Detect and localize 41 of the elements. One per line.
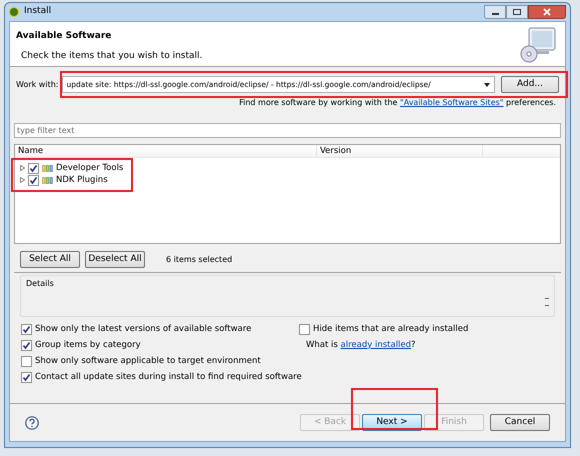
- dropdown-caret-icon: [484, 82, 490, 86]
- more-software-text: Find more software by working with the "Available Software Sites" preferences.: [239, 97, 556, 109]
- dialog-button[interactable]: Deselect All: [85, 251, 145, 268]
- checkbox[interactable]: [21, 356, 32, 366]
- minimize-icon[interactable]: [484, 5, 506, 19]
- selection-count: 6 items selected: [166, 254, 232, 266]
- window-title: Install: [24, 5, 52, 18]
- filter-field[interactable]: type filter text: [14, 123, 561, 138]
- dialog-button[interactable]: Select All: [20, 251, 80, 268]
- column-header[interactable]: Version: [317, 145, 483, 157]
- package-icon: [42, 164, 53, 172]
- work-with-label: Work with:: [16, 78, 58, 90]
- collapsed-arrow-icon[interactable]: [20, 165, 25, 171]
- dialog-button[interactable]: Add...: [501, 76, 559, 93]
- package-icon: [42, 176, 53, 184]
- option-label[interactable]: Contact all update sites during install to find required software: [35, 370, 302, 384]
- option-label[interactable]: Hide items that are already installed: [313, 322, 468, 336]
- tree-item-label[interactable]: NDK Plugins: [56, 174, 108, 186]
- column-header[interactable]: Name: [15, 145, 317, 157]
- collapsed-arrow-icon[interactable]: [20, 177, 25, 183]
- page-title: Available Software: [16, 30, 112, 43]
- what-is-text: What is already installed?: [306, 338, 416, 352]
- installed-link[interactable]: already installed: [340, 340, 412, 350]
- checkbox[interactable]: [28, 162, 39, 174]
- tree-item-label[interactable]: Developer Tools: [56, 162, 124, 174]
- option-label[interactable]: Show only software applicable to target environment: [35, 354, 261, 368]
- option-label[interactable]: Group items by category: [35, 338, 141, 352]
- maximize-icon[interactable]: [506, 5, 528, 19]
- help-icon[interactable]: [25, 416, 39, 430]
- checkbox[interactable]: [21, 340, 32, 350]
- checkbox[interactable]: [21, 324, 32, 334]
- dialog-button[interactable]: Cancel: [490, 414, 550, 431]
- sites-link[interactable]: "Available Software Sites": [400, 98, 504, 107]
- close-icon[interactable]: [528, 5, 566, 19]
- checkbox[interactable]: [21, 372, 32, 382]
- checkbox[interactable]: [28, 174, 39, 186]
- option-label[interactable]: Show only the latest versions of available software: [35, 322, 252, 336]
- page-description: Check the items that you wish to install.: [20, 50, 202, 62]
- details-label: Details: [26, 278, 55, 290]
- app-icon: [9, 7, 19, 17]
- checkbox[interactable]: [299, 324, 310, 334]
